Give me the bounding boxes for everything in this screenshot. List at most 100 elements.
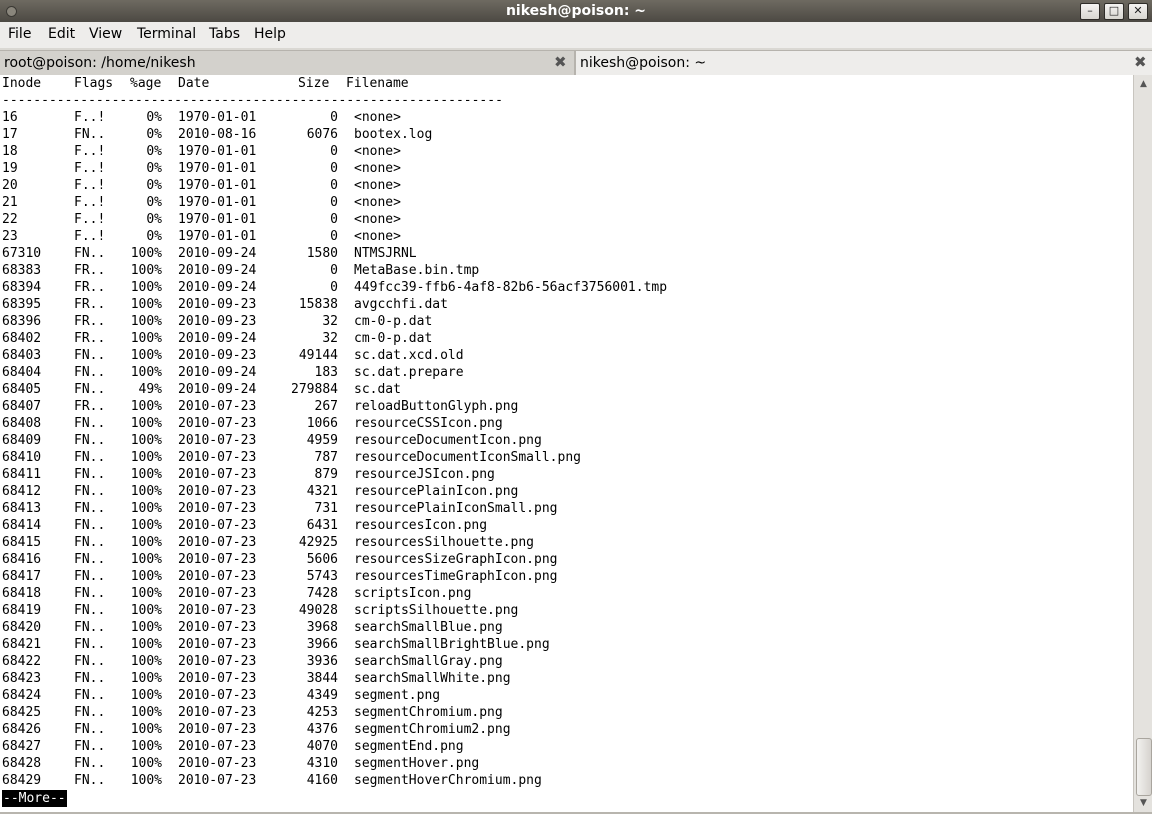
cell-flags: FN.. [74, 705, 106, 720]
scroll-up-arrow-icon[interactable]: ▲ [1137, 78, 1150, 90]
cell-size: 4376 [306, 722, 338, 737]
cell-date: 2010-07-23 [178, 620, 257, 635]
scroll-down-arrow-icon[interactable]: ▼ [1137, 797, 1150, 809]
cell-inode: 68410 [2, 450, 42, 465]
cell-age: 100% [130, 637, 162, 652]
cell-date: 1970-01-01 [178, 229, 257, 244]
cell-age: 100% [130, 671, 162, 686]
cell-inode: 68396 [2, 314, 42, 329]
cell-date: 2010-07-23 [178, 467, 257, 482]
cell-age: 100% [130, 756, 162, 771]
scrollbar-thumb[interactable] [1136, 738, 1152, 796]
cell-filename: resourcePlainIcon.png [354, 484, 519, 499]
tab-bar: root@poison: /home/nikesh ✖ nikesh@poiso… [0, 48, 1152, 75]
menu-edit[interactable]: Edit [48, 26, 75, 42]
cell-inode: 68414 [2, 518, 42, 533]
cell-inode: 68419 [2, 603, 42, 618]
cell-age: 0% [146, 178, 162, 193]
minimize-button[interactable]: – [1080, 3, 1100, 20]
cell-date: 2010-09-24 [178, 280, 257, 295]
cell-flags: FN.. [74, 688, 106, 703]
cell-size: 3966 [306, 637, 338, 652]
cell-size: 879 [314, 467, 338, 482]
cell-flags: FN.. [74, 739, 106, 754]
cell-inode: 68422 [2, 654, 42, 669]
cell-age: 100% [130, 331, 162, 346]
cell-age: 100% [130, 280, 162, 295]
cell-date: 2010-07-23 [178, 450, 257, 465]
cell-flags: FN.. [74, 756, 106, 771]
cell-size: 15838 [298, 297, 338, 312]
cell-size: 3844 [306, 671, 338, 686]
cell-date: 2010-07-23 [178, 756, 257, 771]
cell-size: 4321 [306, 484, 338, 499]
cell-flags: FN.. [74, 416, 106, 431]
cell-flags: FN.. [74, 484, 106, 499]
close-icon[interactable]: ✖ [554, 53, 567, 71]
cell-flags: FR.. [74, 263, 106, 278]
cell-age: 0% [146, 127, 162, 142]
vertical-scrollbar[interactable]: ▲ ▼ [1133, 75, 1152, 812]
close-window-button[interactable]: ✕ [1128, 3, 1148, 20]
cell-inode: 18 [2, 144, 18, 159]
cell-filename: NTMSJRNL [354, 246, 417, 261]
cell-size: 5606 [306, 552, 338, 567]
cell-date: 2010-07-23 [178, 484, 257, 499]
cell-filename: segmentHover.png [354, 756, 480, 771]
cell-filename: scriptsIcon.png [354, 586, 472, 601]
cell-date: 2010-07-23 [178, 535, 257, 550]
cell-date: 2010-09-24 [178, 365, 257, 380]
cell-flags: F..! [74, 229, 106, 244]
cell-age: 100% [130, 467, 162, 482]
cell-filename: <none> [354, 195, 401, 210]
cell-size: 3968 [306, 620, 338, 635]
maximize-button[interactable]: □ [1104, 3, 1124, 20]
cell-date: 2010-09-24 [178, 263, 257, 278]
cell-filename: reloadButtonGlyph.png [354, 399, 519, 414]
cell-age: 100% [130, 654, 162, 669]
tab-root-home-nikesh[interactable]: root@poison: /home/nikesh ✖ [0, 50, 575, 75]
cell-size: 1066 [306, 416, 338, 431]
cell-filename: <none> [354, 178, 401, 193]
cell-filename: resourcePlainIconSmall.png [354, 501, 558, 516]
menu-view[interactable]: View [89, 26, 122, 42]
cell-inode: 67310 [2, 246, 42, 261]
cell-size: 4253 [306, 705, 338, 720]
header-age: %age [130, 76, 162, 91]
cell-age: 0% [146, 195, 162, 210]
cell-size: 0 [330, 195, 338, 210]
cell-flags: FR.. [74, 314, 106, 329]
cell-date: 2010-07-23 [178, 586, 257, 601]
cell-age: 100% [130, 773, 162, 788]
menu-help[interactable]: Help [254, 26, 286, 42]
cell-flags: FN.. [74, 552, 106, 567]
menu-file[interactable]: File [8, 26, 31, 42]
cell-size: 49028 [298, 603, 338, 618]
menu-terminal[interactable]: Terminal [137, 26, 196, 42]
cell-size: 267 [314, 399, 338, 414]
window-titlebar[interactable]: nikesh@poison: ~ – □ ✕ [0, 0, 1152, 22]
cell-size: 0 [330, 263, 338, 278]
menu-tabs[interactable]: Tabs [209, 26, 240, 42]
terminal-output[interactable]: Inode Flags %age Date Size Filename ----… [0, 75, 1133, 812]
cell-flags: FN.. [74, 433, 106, 448]
cell-flags: FN.. [74, 722, 106, 737]
tab-nikesh-home[interactable]: nikesh@poison: ~ ✖ [575, 50, 1152, 75]
cell-filename: sc.dat.prepare [354, 365, 464, 380]
tab-label: root@poison: /home/nikesh [4, 55, 196, 71]
cell-flags: FN.. [74, 382, 106, 397]
cell-date: 2010-09-24 [178, 246, 257, 261]
cell-date: 2010-07-23 [178, 739, 257, 754]
cell-flags: FN.. [74, 654, 106, 669]
cell-filename: searchSmallWhite.png [354, 671, 511, 686]
cell-date: 2010-07-23 [178, 654, 257, 669]
cell-inode: 68425 [2, 705, 42, 720]
cell-date: 1970-01-01 [178, 178, 257, 193]
cell-inode: 68413 [2, 501, 42, 516]
cell-date: 1970-01-01 [178, 144, 257, 159]
close-icon[interactable]: ✖ [1134, 53, 1147, 71]
cell-size: 1580 [306, 246, 338, 261]
cell-inode: 17 [2, 127, 18, 142]
cell-inode: 68383 [2, 263, 42, 278]
cell-inode: 68402 [2, 331, 42, 346]
